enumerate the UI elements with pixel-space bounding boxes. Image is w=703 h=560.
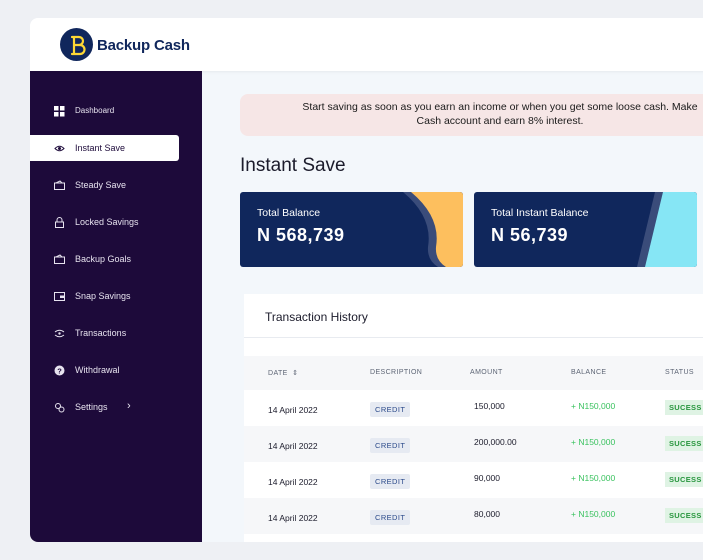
divider	[244, 337, 703, 338]
total-balance-card: Total Balance N 568,739	[240, 192, 463, 267]
eye-icon	[54, 145, 65, 152]
app-window: Backup Cash Dashboard Instant Save Stead…	[30, 18, 703, 542]
sidebar-item-label: Instant Save	[75, 143, 126, 153]
sidebar-item-dashboard[interactable]: Dashboard	[30, 98, 179, 124]
card-label: Total Balance	[257, 207, 321, 219]
row-amount: 200,000.00	[474, 437, 517, 447]
table-row[interactable]: 14 April 2022 CREDIT 200,000.00 + N150,0…	[244, 426, 703, 462]
page-title: Instant Save	[240, 155, 346, 176]
wallet-icon	[54, 180, 65, 190]
banner-line-1: Start saving as soon as you earn an inco…	[302, 101, 698, 113]
sidebar-item-backup-goals[interactable]: Backup Goals	[30, 246, 179, 272]
sidebar-item-label: Snap Savings	[75, 291, 131, 301]
transactions-icon	[54, 329, 65, 338]
sidebar-item-withdrawal[interactable]: ? Withdrawal	[30, 357, 179, 383]
card-label: Total Instant Balance	[491, 207, 589, 219]
logo-text: Backup Cash	[97, 37, 190, 54]
dashboard-grid-icon	[54, 106, 65, 117]
card-value: N 568,739	[257, 225, 345, 245]
table-row[interactable]: 14 April 2022 CREDIT 150,000 + N150,000 …	[244, 390, 703, 426]
info-banner: Start saving as soon as you earn an inco…	[240, 94, 703, 136]
row-balance: + N150,000	[571, 401, 616, 411]
settings-icon	[55, 403, 65, 413]
total-instant-balance-card: Total Instant Balance N 56,739	[474, 192, 697, 267]
sidebar-item-label: Transactions	[75, 328, 127, 338]
sidebar-item-transactions[interactable]: Transactions	[30, 320, 179, 346]
svg-text:?: ?	[57, 366, 62, 375]
card-decoration-stripe	[637, 192, 697, 267]
logo-icon[interactable]	[60, 28, 93, 61]
description-badge: CREDIT	[370, 438, 411, 453]
column-header-date[interactable]: DATE ⇕	[268, 369, 298, 377]
top-bar: Backup Cash	[30, 18, 703, 71]
status-badge: SUCESS	[665, 472, 703, 487]
row-balance: + N150,000	[571, 437, 616, 447]
sidebar-item-label: Steady Save	[75, 180, 127, 190]
status-badge: SUCESS	[665, 400, 703, 415]
sidebar-item-label: Settings	[75, 402, 108, 412]
sidebar-item-label: Backup Goals	[75, 254, 132, 264]
row-date: 14 April 2022	[268, 405, 318, 415]
table-header: DATE ⇕ DESCRIPTION AMOUNT BALANCE STATUS	[244, 356, 703, 390]
row-balance: + N150,000	[571, 473, 616, 483]
description-badge: CREDIT	[370, 402, 411, 417]
description-badge: CREDIT	[370, 510, 411, 525]
table-row[interactable]: 14 April 2022 CREDIT 90,000 + N150,000 S…	[244, 462, 703, 498]
lock-icon	[55, 217, 64, 228]
sidebar-item-settings[interactable]: Settings ›	[30, 394, 179, 420]
banner-line-2: Cash account and earn 8% interest.	[416, 115, 584, 127]
sidebar-item-steady-save[interactable]: Steady Save	[30, 172, 179, 198]
column-header-amount: AMOUNT	[470, 369, 503, 376]
column-header-balance: BALANCE	[571, 369, 607, 376]
main-content: Start saving as soon as you earn an inco…	[202, 71, 703, 542]
transaction-history-title: Transaction History	[265, 310, 368, 324]
status-badge: SUCESS	[665, 508, 703, 523]
sidebar-item-snap-savings[interactable]: Snap Savings	[30, 283, 179, 309]
withdrawal-icon: ?	[54, 365, 65, 376]
goals-icon	[54, 254, 65, 264]
status-badge: SUCESS	[665, 436, 703, 451]
sidebar-item-label: Dashboard	[75, 106, 115, 115]
row-amount: 90,000	[474, 473, 500, 483]
description-badge: CREDIT	[370, 474, 411, 489]
row-date: 14 April 2022	[268, 477, 318, 487]
sidebar: Dashboard Instant Save Steady Save Locke…	[30, 71, 202, 542]
row-date: 14 April 2022	[268, 441, 318, 451]
sidebar-item-label: Withdrawal	[75, 365, 120, 375]
column-header-description: DESCRIPTION	[370, 369, 423, 376]
row-amount: 80,000	[474, 509, 500, 519]
sidebar-item-instant-save[interactable]: Instant Save	[30, 135, 179, 161]
snap-wallet-icon	[54, 292, 65, 301]
column-header-status: STATUS	[665, 369, 694, 376]
transaction-history-panel: Transaction History DATE ⇕ DESCRIPTION A…	[244, 294, 703, 542]
row-amount: 150,000	[474, 401, 505, 411]
row-date: 14 April 2022	[268, 513, 318, 523]
sidebar-item-locked-savings[interactable]: Locked Savings	[30, 209, 179, 235]
sort-icon[interactable]: ⇕	[292, 370, 298, 377]
sidebar-item-label: Locked Savings	[75, 217, 139, 227]
row-balance: + N150,000	[571, 509, 616, 519]
card-value: N 56,739	[491, 225, 569, 245]
chevron-right-icon: ›	[127, 400, 131, 412]
table-row[interactable]: 14 April 2022 CREDIT 80,000 + N150,000 S…	[244, 498, 703, 534]
card-decoration-wave	[403, 192, 463, 267]
